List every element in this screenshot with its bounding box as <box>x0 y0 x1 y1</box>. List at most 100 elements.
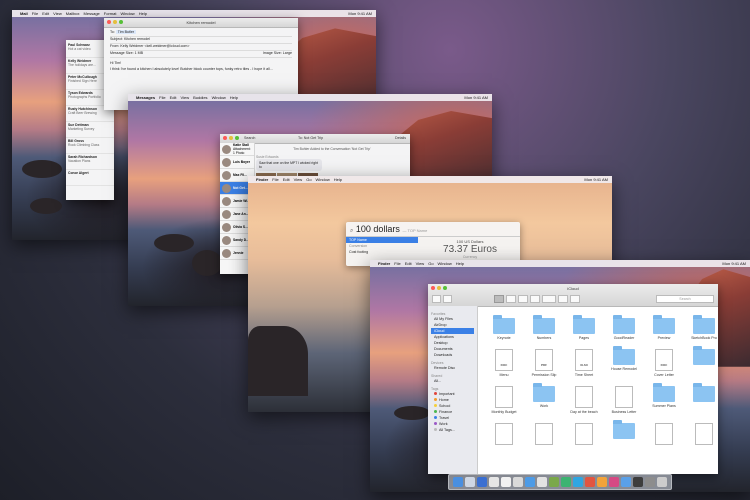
menu-item[interactable]: View <box>294 177 303 182</box>
menu-clock[interactable]: Mon 9:41 AM <box>584 177 608 182</box>
dock-app-icon[interactable] <box>585 477 595 487</box>
message-body[interactable]: I think I've found a kitchen I absolutel… <box>110 67 292 71</box>
spotlight-search-field[interactable]: ⌕ 100 dollars — TOP Name <box>346 222 520 237</box>
spotlight-query[interactable]: 100 dollars <box>356 224 400 234</box>
from-field[interactable]: Kelly Weidmer <kell.weidmer@icloud.com> <box>120 44 189 48</box>
menu-item[interactable]: Format <box>104 11 117 16</box>
inbox-message-row[interactable]: Bill Gross Rock Climbing Class <box>66 138 114 154</box>
menu-clock[interactable]: Mon 9:41 AM <box>464 95 488 100</box>
dock-app-icon[interactable] <box>537 477 547 487</box>
dock-app-icon[interactable] <box>477 477 487 487</box>
dock-app-icon[interactable] <box>609 477 619 487</box>
finder-item[interactable]: House Remodel <box>604 346 644 377</box>
inbox-message-row[interactable]: Sue Dettman Marketing Survey <box>66 122 114 138</box>
zoom-button[interactable] <box>443 286 447 290</box>
close-button[interactable] <box>107 20 111 24</box>
search-field[interactable]: Search <box>244 134 255 143</box>
dock-app-icon[interactable] <box>573 477 583 487</box>
minimize-button[interactable] <box>229 136 233 140</box>
forward-button[interactable] <box>443 294 452 303</box>
arrange-button[interactable] <box>542 294 556 303</box>
menu-item[interactable]: Go <box>428 261 433 266</box>
finder-item[interactable]: Pages <box>564 315 604 340</box>
inbox-message-row[interactable]: Conor Algert <box>66 170 114 186</box>
finder-item[interactable]: Preview <box>644 315 684 340</box>
finder-item[interactable] <box>564 423 604 447</box>
finder-item[interactable]: Work <box>524 383 564 414</box>
finder-item[interactable] <box>484 423 524 447</box>
finder-item[interactable] <box>684 346 718 377</box>
menu-item[interactable]: Edit <box>42 11 49 16</box>
dock-app-icon[interactable] <box>549 477 559 487</box>
close-button[interactable] <box>223 136 227 140</box>
minimize-button[interactable] <box>437 286 441 290</box>
finder-item[interactable]: Numbers <box>524 315 564 340</box>
inbox-message-row[interactable]: Sarah Richardson Vacation Plans <box>66 154 114 170</box>
menu-item[interactable]: Window <box>316 177 330 182</box>
subject-field[interactable]: Kitchen remodel <box>124 37 150 41</box>
menu-item[interactable]: Edit <box>170 95 177 100</box>
menu-item[interactable]: Help <box>334 177 342 182</box>
minimize-button[interactable] <box>113 20 117 24</box>
to-field[interactable]: Tim Butler <box>115 30 137 34</box>
menu-item[interactable]: Edit <box>283 177 290 182</box>
menu-item[interactable]: Help <box>230 95 238 100</box>
dock-app-icon[interactable] <box>597 477 607 487</box>
conversation-row[interactable]: Luis Boyer <box>220 156 254 169</box>
view-column-button[interactable] <box>518 294 528 303</box>
dock-app-icon[interactable] <box>645 477 655 487</box>
finder-item[interactable] <box>684 423 718 447</box>
tags-button[interactable] <box>570 294 580 303</box>
finder-item[interactable]: Summer Plans <box>644 383 684 414</box>
finder-item[interactable]: PDF Permission Slip <box>524 349 564 377</box>
finder-item[interactable]: SketchBook Pro <box>684 315 718 340</box>
sidebar-item[interactable]: All... <box>431 378 474 384</box>
view-coverflow-button[interactable] <box>530 294 540 303</box>
zoom-button[interactable] <box>235 136 239 140</box>
menu-clock[interactable]: Mon 9:41 AM <box>348 11 372 16</box>
view-icon-button[interactable] <box>494 294 504 303</box>
finder-item[interactable]: DOC Menu <box>484 349 524 377</box>
finder-item[interactable]: Day at the beach <box>564 386 604 414</box>
back-button[interactable] <box>432 294 441 303</box>
menu-item[interactable]: File <box>272 177 278 182</box>
menu-item[interactable]: File <box>394 261 400 266</box>
conversation-row[interactable]: Katie Stall Attachment: 1 Photo <box>220 143 254 156</box>
dock-app-icon[interactable] <box>489 477 499 487</box>
menu-item[interactable]: View <box>53 11 62 16</box>
dock-app-icon[interactable] <box>501 477 511 487</box>
menu-item[interactable]: View <box>416 261 425 266</box>
menu-item[interactable]: Mailbox <box>66 11 80 16</box>
dock-app-icon[interactable] <box>453 477 463 487</box>
finder-item[interactable]: XLSX Time Sheet <box>564 349 604 377</box>
finder-item[interactable]: Business Letter <box>604 386 644 414</box>
menu-app-name[interactable]: Mail <box>20 11 28 16</box>
details-button[interactable]: Details <box>395 134 406 143</box>
dock-app-icon[interactable] <box>621 477 631 487</box>
dock-app-icon[interactable] <box>561 477 571 487</box>
menu-item[interactable]: Help <box>139 11 147 16</box>
share-button[interactable] <box>558 294 568 303</box>
menu-app-name[interactable]: Finder <box>378 261 390 266</box>
menu-item[interactable]: Buddies <box>193 95 207 100</box>
menu-item[interactable]: Window <box>438 261 452 266</box>
dock-app-icon[interactable] <box>513 477 523 487</box>
menu-item[interactable]: File <box>159 95 165 100</box>
finder-item[interactable]: DOC Cover Letter <box>644 349 684 377</box>
finder-item[interactable]: Monthly Budget <box>484 386 524 414</box>
menu-app-name[interactable]: Messages <box>136 95 155 100</box>
close-button[interactable] <box>431 286 435 290</box>
finder-item[interactable] <box>524 423 564 447</box>
message-greeting[interactable]: Hi Tim! <box>110 61 292 65</box>
menu-item[interactable]: Go <box>306 177 311 182</box>
sidebar-tag-item[interactable]: All Tags... <box>431 427 474 433</box>
view-list-button[interactable] <box>506 294 516 303</box>
menu-item[interactable]: File <box>32 11 38 16</box>
finder-item[interactable] <box>604 420 644 447</box>
dock-app-icon[interactable] <box>633 477 643 487</box>
spotlight-result[interactable]: Cost footing <box>346 249 418 255</box>
menu-item[interactable]: Window <box>212 95 226 100</box>
finder-item[interactable] <box>684 383 718 414</box>
zoom-button[interactable] <box>119 20 123 24</box>
dock-app-icon[interactable] <box>657 477 667 487</box>
